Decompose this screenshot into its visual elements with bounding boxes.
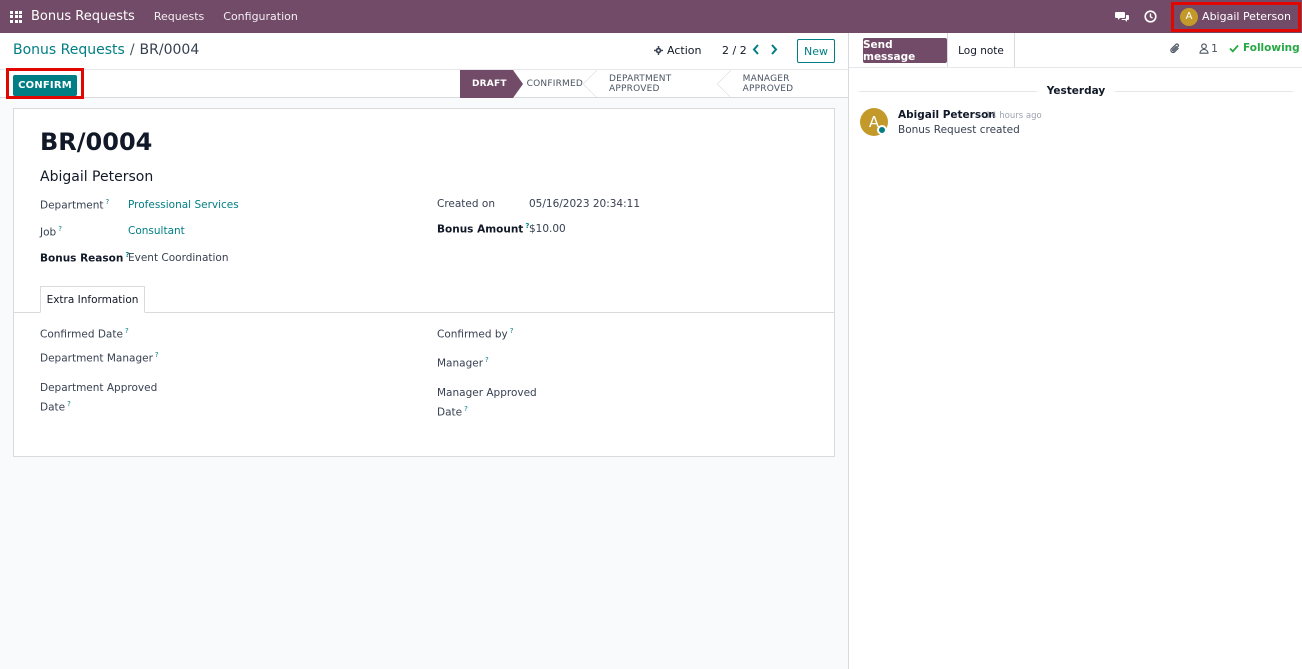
breadcrumb-parent-link[interactable]: Bonus Requests	[13, 42, 125, 58]
app-name[interactable]: Bonus Requests	[31, 9, 135, 24]
breadcrumb: Bonus Requests / BR/0004	[13, 42, 199, 58]
employee-name[interactable]: Abigail Peterson	[40, 169, 153, 185]
bonus-reason-value[interactable]: Event Coordination	[128, 252, 229, 264]
manager-approved-date-label: Manager Approved Date?	[437, 387, 537, 419]
check-icon	[1229, 44, 1239, 53]
manager-label: Manager?	[437, 356, 489, 370]
form-sheet: BR/0004 Abigail Peterson Department? Pro…	[13, 108, 835, 457]
status-bar: DRAFT CONFIRMED DEPARTMENT APPROVED MANA…	[460, 70, 848, 98]
chatter-divider	[849, 67, 1302, 68]
confirm-button[interactable]: CONFIRM	[13, 75, 77, 96]
pager-value[interactable]: 2 / 2	[722, 44, 747, 57]
paperclip-icon[interactable]	[1169, 42, 1181, 58]
department-approved-date-label: Department Approved Date?	[40, 382, 158, 414]
menu-requests[interactable]: Requests	[154, 10, 204, 23]
created-on-value: 05/16/2023 20:34:11	[529, 198, 641, 210]
breadcrumb-current: BR/0004	[139, 42, 200, 58]
breadcrumb-separator: /	[129, 42, 135, 58]
followers-count: 1	[1211, 42, 1218, 55]
person-icon	[1199, 43, 1209, 54]
stage-manager-approved[interactable]: MANAGER APPROVED	[729, 70, 848, 98]
user-name: Abigail Peterson	[1202, 10, 1291, 23]
activity-clock-icon[interactable]	[1143, 10, 1157, 24]
user-menu[interactable]: A Abigail Peterson	[1171, 1, 1301, 32]
user-avatar: A	[1180, 7, 1199, 26]
chevron-right-icon[interactable]	[770, 44, 778, 58]
bonus-amount-value[interactable]: $10.00	[529, 223, 566, 235]
send-message-button[interactable]: Send message	[863, 38, 947, 63]
stage-confirmed[interactable]: CONFIRMED	[513, 70, 598, 98]
date-separator-label: Yesterday	[1046, 85, 1106, 97]
department-value[interactable]: Professional Services	[128, 199, 239, 211]
job-label: Job?	[40, 225, 62, 239]
action-menu-button[interactable]: Action	[654, 44, 701, 57]
created-on-label: Created on	[437, 198, 495, 210]
apps-menu-icon[interactable]	[10, 10, 22, 23]
new-record-button[interactable]: New	[797, 39, 835, 63]
followers-button[interactable]: 1	[1199, 42, 1218, 55]
following-button[interactable]: Following	[1229, 42, 1300, 54]
messaging-icon[interactable]	[1115, 10, 1130, 24]
top-navbar: Bonus Requests Requests Configuration A …	[0, 0, 1302, 33]
department-label: Department?	[40, 198, 110, 212]
stage-department-approved[interactable]: DEPARTMENT APPROVED	[595, 70, 731, 98]
message-timestamp: - 14 hours ago	[980, 111, 1042, 121]
action-label: Action	[667, 44, 702, 57]
bonus-reason-label: Bonus Reason?	[40, 251, 130, 265]
record-reference: BR/0004	[40, 128, 153, 156]
bonus-amount-label: Bonus Amount?	[437, 222, 530, 236]
confirmed-by-label: Confirmed by?	[437, 327, 514, 341]
job-value[interactable]: Consultant	[128, 225, 185, 237]
stage-draft[interactable]: DRAFT	[460, 70, 523, 98]
confirm-highlight: CONFIRM	[6, 68, 84, 99]
form-view: Bonus Requests / BR/0004 Action 2 / 2 Ne…	[0, 33, 848, 669]
log-note-button[interactable]: Log note	[947, 33, 1015, 68]
presence-status-dot	[877, 125, 887, 135]
menu-configuration[interactable]: Configuration	[223, 10, 298, 23]
chatter-panel: Send message Log note 1 Following Yester…	[848, 33, 1302, 669]
message-body: Bonus Request created	[898, 124, 1020, 136]
department-manager-label: Department Manager?	[40, 351, 159, 365]
date-separator: Yesterday	[859, 84, 1294, 98]
tab-extra-information[interactable]: Extra Information	[40, 286, 145, 313]
gear-icon	[654, 46, 663, 55]
navbar-systray: A Abigail Peterson	[1115, 0, 1302, 33]
control-panel: Bonus Requests / BR/0004 Action 2 / 2 Ne…	[0, 33, 848, 99]
following-label: Following	[1243, 42, 1300, 54]
chevron-left-icon[interactable]	[752, 44, 760, 58]
confirmed-date-label: Confirmed Date?	[40, 327, 129, 341]
